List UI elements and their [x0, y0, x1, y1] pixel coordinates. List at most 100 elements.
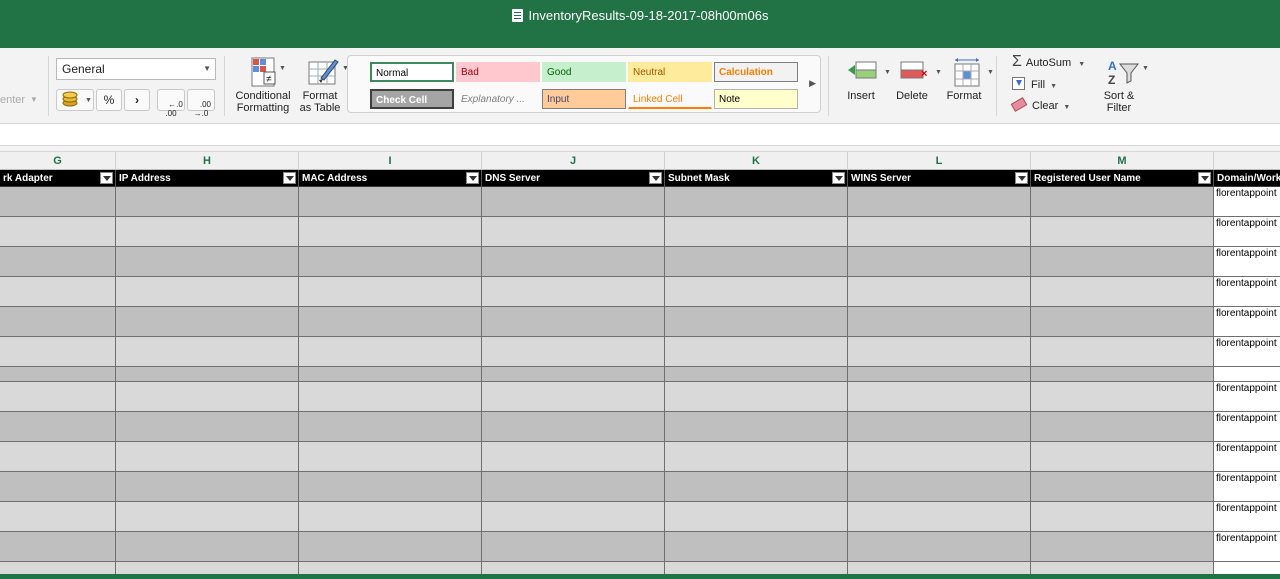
domain-cell[interactable]: florentappoint	[1214, 472, 1280, 501]
table-cell[interactable]	[299, 442, 482, 471]
filter-dropdown-icon[interactable]	[1015, 172, 1028, 184]
table-cell[interactable]	[116, 502, 299, 531]
table-cell[interactable]	[0, 337, 116, 366]
table-cell[interactable]	[848, 412, 1031, 441]
table-cell[interactable]	[482, 217, 665, 246]
table-cell[interactable]	[0, 217, 116, 246]
column-header-g[interactable]: G	[0, 152, 116, 170]
cell-style-calculation[interactable]: Calculation	[714, 62, 798, 82]
decrease-decimal-button[interactable]: .00 →.0	[187, 89, 215, 118]
table-cell[interactable]	[1031, 382, 1214, 411]
table-cell[interactable]	[299, 532, 482, 561]
column-header-i[interactable]: I	[299, 152, 482, 170]
table-cell[interactable]	[299, 307, 482, 336]
cell-style-neutral[interactable]: Neutral	[628, 62, 712, 82]
filter-dropdown-icon[interactable]	[283, 172, 296, 184]
table-cell[interactable]	[299, 412, 482, 441]
table-cell[interactable]	[299, 217, 482, 246]
domain-cell[interactable]: florentappoint	[1214, 532, 1280, 561]
format-as-table-button[interactable]: ▼ Format as Table	[296, 56, 349, 114]
table-cell[interactable]	[116, 412, 299, 441]
table-cell[interactable]	[1031, 532, 1214, 561]
table-cell[interactable]	[665, 217, 848, 246]
table-cell[interactable]	[0, 502, 116, 531]
column-header-m[interactable]: M	[1031, 152, 1214, 170]
table-cell[interactable]	[1031, 337, 1214, 366]
table-cell[interactable]	[1031, 442, 1214, 471]
table-cell[interactable]	[116, 217, 299, 246]
domain-cell[interactable]: florentappoint	[1214, 382, 1280, 411]
table-cell[interactable]	[299, 187, 482, 216]
table-cell[interactable]	[482, 412, 665, 441]
table-cell[interactable]	[482, 502, 665, 531]
header-cell[interactable]: WINS Server	[848, 170, 1031, 187]
table-cell[interactable]	[482, 277, 665, 306]
formula-bar[interactable]	[0, 124, 1280, 146]
table-cell[interactable]	[848, 472, 1031, 501]
autosum-button[interactable]: Σ AutoSum ▼	[1012, 53, 1085, 71]
table-cell[interactable]	[482, 367, 665, 381]
table-cell[interactable]	[848, 247, 1031, 276]
domain-cell[interactable]: florentappoint	[1214, 217, 1280, 246]
table-cell[interactable]	[116, 367, 299, 381]
cell-style-good[interactable]: Good	[542, 62, 626, 82]
table-cell[interactable]	[0, 247, 116, 276]
table-cell[interactable]	[848, 502, 1031, 531]
column-header-k[interactable]: K	[665, 152, 848, 170]
table-cell[interactable]	[116, 307, 299, 336]
fill-button[interactable]: Fill ▼	[1012, 77, 1057, 91]
table-cell[interactable]	[848, 532, 1031, 561]
table-cell[interactable]	[299, 247, 482, 276]
filter-dropdown-icon[interactable]	[832, 172, 845, 184]
table-cell[interactable]	[299, 367, 482, 381]
column-header-j[interactable]: J	[482, 152, 665, 170]
table-cell[interactable]	[665, 382, 848, 411]
table-cell[interactable]	[665, 412, 848, 441]
table-cell[interactable]	[848, 442, 1031, 471]
delete-cells-button[interactable]: × ▼ Delete	[890, 56, 942, 102]
table-cell[interactable]	[0, 532, 116, 561]
column-header-partial[interactable]	[1214, 152, 1280, 170]
accounting-format-button[interactable]: ▼	[56, 89, 94, 111]
table-cell[interactable]	[299, 382, 482, 411]
increase-decimal-button[interactable]: ←.0 .00	[157, 89, 185, 118]
domain-cell[interactable]: florentappoint	[1214, 307, 1280, 336]
table-cell[interactable]	[0, 472, 116, 501]
cell-style-normal[interactable]: Normal	[370, 62, 454, 82]
domain-cell[interactable]: florentappoint	[1214, 337, 1280, 366]
table-cell[interactable]	[116, 472, 299, 501]
clear-button[interactable]: Clear ▼	[1010, 97, 1070, 112]
sort-filter-button[interactable]: A Z ▼ Sort & Filter	[1096, 56, 1149, 114]
table-cell[interactable]	[482, 472, 665, 501]
table-cell[interactable]	[0, 307, 116, 336]
table-cell[interactable]	[665, 337, 848, 366]
column-header-h[interactable]: H	[116, 152, 299, 170]
table-cell[interactable]	[848, 217, 1031, 246]
table-cell[interactable]	[299, 502, 482, 531]
table-cell[interactable]	[848, 382, 1031, 411]
gallery-next-icon[interactable]: ▶	[809, 78, 816, 89]
domain-cell[interactable]: florentappoint	[1214, 247, 1280, 276]
table-cell[interactable]	[116, 382, 299, 411]
table-cell[interactable]	[665, 502, 848, 531]
table-cell[interactable]	[665, 247, 848, 276]
table-cell[interactable]	[116, 187, 299, 216]
filter-dropdown-icon[interactable]	[100, 172, 113, 184]
table-cell[interactable]	[1031, 247, 1214, 276]
table-cell[interactable]	[0, 442, 116, 471]
column-header-l[interactable]: L	[848, 152, 1031, 170]
table-cell[interactable]	[1031, 472, 1214, 501]
domain-cell[interactable]: florentappoint	[1214, 502, 1280, 531]
domain-cell[interactable]: florentappoint	[1214, 187, 1280, 216]
table-cell[interactable]	[1031, 187, 1214, 216]
table-cell[interactable]	[1031, 277, 1214, 306]
table-cell[interactable]	[665, 307, 848, 336]
domain-cell[interactable]: florentappoint	[1214, 277, 1280, 306]
table-cell[interactable]	[116, 442, 299, 471]
table-cell[interactable]	[116, 247, 299, 276]
table-cell[interactable]	[848, 367, 1031, 381]
table-cell[interactable]	[0, 412, 116, 441]
table-cell[interactable]	[848, 337, 1031, 366]
header-cell[interactable]: Domain/Work	[1214, 170, 1280, 187]
table-cell[interactable]	[482, 307, 665, 336]
